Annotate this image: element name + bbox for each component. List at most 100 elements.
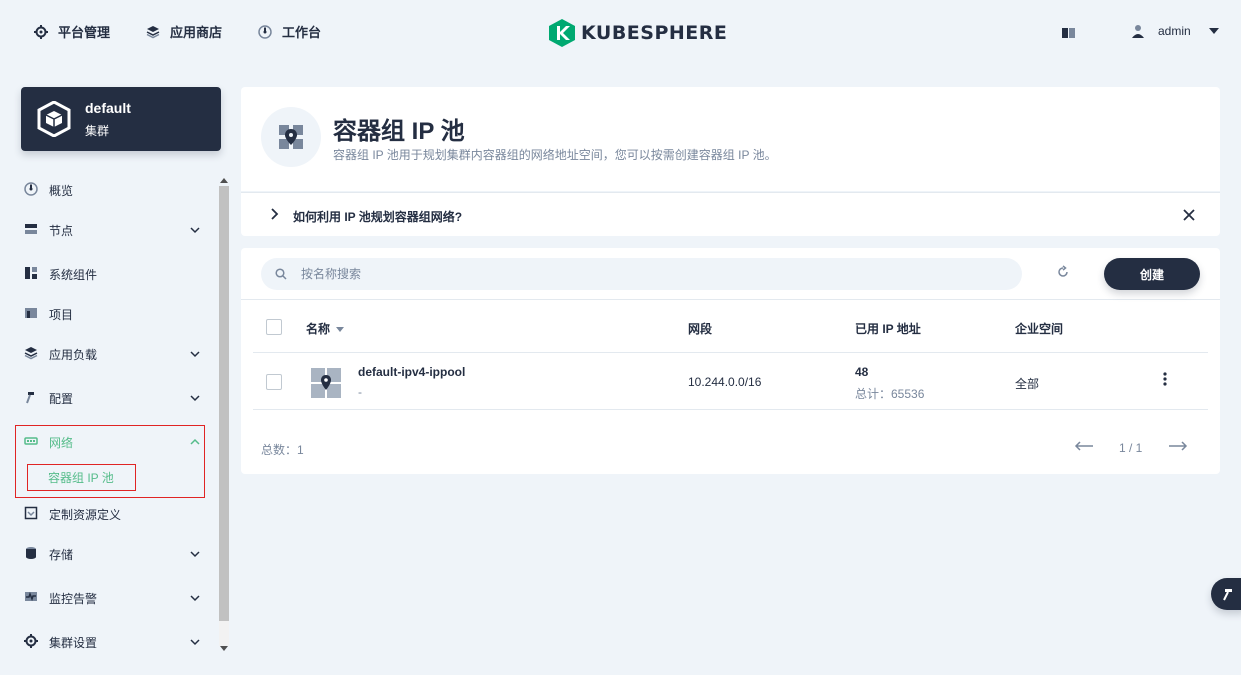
scroll-thumb[interactable] bbox=[219, 186, 229, 621]
sidebar-item-label: 应用负载 bbox=[49, 348, 98, 362]
gear-icon bbox=[24, 634, 38, 648]
sidebar-item-label: 存储 bbox=[49, 548, 74, 562]
chevron-down-icon bbox=[190, 551, 200, 558]
column-name-label: 名称 bbox=[306, 322, 331, 336]
close-icon[interactable] bbox=[1182, 208, 1196, 222]
cluster-icon bbox=[37, 101, 71, 137]
create-button[interactable]: 创建 bbox=[1104, 258, 1200, 290]
sidebar-item-overview[interactable]: 概览 bbox=[16, 173, 216, 205]
appstore-icon bbox=[146, 25, 160, 38]
scroll-up-arrow-icon[interactable] bbox=[220, 178, 228, 183]
column-workspace: 企业空间 bbox=[1015, 322, 1064, 336]
scroll-down-arrow-icon[interactable] bbox=[220, 646, 228, 651]
toolbox-button[interactable] bbox=[1211, 578, 1241, 610]
ippool-icon bbox=[279, 125, 303, 149]
chevron-down-icon bbox=[190, 395, 200, 402]
arrow-right-icon[interactable] bbox=[1168, 440, 1188, 452]
logo-text: KUBESPHERE bbox=[581, 22, 728, 44]
top-nav: 平台管理 应用商店 工作台 KUBESPHERE admin bbox=[0, 0, 1241, 66]
caret-down-icon bbox=[1208, 28, 1219, 34]
sidebar-item-label: 系统组件 bbox=[49, 268, 98, 282]
search-input[interactable] bbox=[301, 258, 1001, 290]
nav-platform[interactable]: 平台管理 bbox=[34, 22, 110, 41]
page-description: 容器组 IP 池用于规划集群内容器组的网络地址空间，您可以按需创建容器组 IP … bbox=[333, 148, 777, 162]
appworkload-icon bbox=[24, 347, 38, 360]
sidebar-item-crd[interactable]: 定制资源定义 bbox=[16, 497, 216, 529]
refresh-icon[interactable] bbox=[1056, 265, 1070, 279]
docs-button[interactable] bbox=[1062, 26, 1076, 44]
sidebar-item-nodes[interactable]: 节点 bbox=[16, 213, 216, 245]
user-menu[interactable]: admin bbox=[1132, 24, 1219, 38]
sidebar-item-components[interactable]: 系统组件 bbox=[16, 257, 216, 289]
nav-appstore-label: 应用商店 bbox=[170, 25, 223, 40]
project-icon bbox=[25, 308, 37, 318]
username: admin bbox=[1158, 24, 1191, 38]
ippool-description: - bbox=[358, 385, 362, 399]
components-icon bbox=[25, 267, 37, 279]
sidebar-item-label: 配置 bbox=[49, 392, 74, 406]
search-box[interactable] bbox=[261, 258, 1022, 290]
ippool-table-card: 创建 名称 网段 已用 IP 地址 企业空间 default-ipv4-ippo… bbox=[241, 248, 1220, 474]
sidebar-item-label: 定制资源定义 bbox=[49, 508, 122, 522]
book-icon bbox=[1062, 28, 1075, 38]
column-cidr: 网段 bbox=[688, 322, 713, 336]
ippool-workspace: 全部 bbox=[1015, 377, 1040, 391]
hammer-icon bbox=[1223, 589, 1232, 601]
total-count: 总数：1 bbox=[261, 443, 304, 457]
chevron-down-icon bbox=[190, 351, 200, 358]
select-all-checkbox[interactable] bbox=[266, 319, 282, 335]
column-used-ip: 已用 IP 地址 bbox=[855, 322, 921, 336]
arrow-left-icon[interactable] bbox=[1074, 440, 1094, 452]
chevron-down-icon bbox=[190, 227, 200, 234]
more-options-icon[interactable] bbox=[1163, 372, 1167, 386]
sort-caret-icon[interactable] bbox=[336, 327, 345, 333]
sidebar-item-label: 概览 bbox=[49, 184, 74, 198]
search-icon bbox=[275, 268, 287, 280]
monitor-icon bbox=[25, 591, 37, 602]
chevron-down-icon bbox=[190, 639, 200, 646]
sidebar-scrollbar[interactable] bbox=[217, 176, 231, 655]
kubesphere-logo[interactable]: KUBESPHERE bbox=[549, 19, 727, 47]
sidebar-item-label: 节点 bbox=[49, 224, 74, 238]
sidebar-subitem-ippool[interactable]: 容器组 IP 池 bbox=[27, 464, 136, 491]
sidebar-item-monitoring[interactable]: 监控告警 bbox=[16, 581, 216, 613]
storage-icon bbox=[26, 547, 36, 559]
cluster-name: default bbox=[85, 100, 131, 116]
dashboard-icon bbox=[24, 182, 38, 196]
sidebar-item-config[interactable]: 配置 bbox=[16, 381, 216, 413]
nav-workbench[interactable]: 工作台 bbox=[258, 22, 321, 41]
ippool-cidr: 10.244.0.0/16 bbox=[688, 375, 762, 389]
ippool-icon bbox=[311, 368, 341, 398]
hammer-icon bbox=[26, 392, 34, 404]
sidebar-item-settings[interactable]: 集群设置 bbox=[16, 625, 216, 657]
page-indicator: 1 / 1 bbox=[1119, 441, 1143, 455]
row-checkbox[interactable] bbox=[266, 374, 282, 390]
table-toolbar: 创建 bbox=[241, 248, 1220, 300]
sidebar-item-label: 监控告警 bbox=[49, 592, 98, 606]
cluster-subtitle: 集群 bbox=[85, 124, 110, 138]
chevron-right-icon[interactable] bbox=[269, 208, 279, 220]
cluster-card[interactable]: default 集群 bbox=[21, 87, 221, 151]
table-footer: 总数：1 1 / 1 bbox=[241, 422, 1220, 474]
nav-platform-label: 平台管理 bbox=[58, 25, 111, 40]
nav-workbench-label: 工作台 bbox=[282, 25, 322, 40]
dashboard-icon bbox=[258, 24, 272, 39]
chevron-down-icon bbox=[190, 595, 200, 602]
ippool-header-icon bbox=[261, 107, 321, 167]
kubesphere-logo-icon bbox=[549, 19, 575, 47]
user-icon bbox=[1132, 25, 1144, 38]
column-name[interactable]: 名称 bbox=[306, 320, 345, 337]
sidebar-item-projects[interactable]: 项目 bbox=[16, 297, 216, 329]
sidebar-item-workloads[interactable]: 应用负载 bbox=[16, 337, 216, 369]
page-header: 容器组 IP 池 容器组 IP 池用于规划集群内容器组的网络地址空间，您可以按需… bbox=[241, 87, 1220, 191]
help-link[interactable]: 如何利用 IP 池规划容器组网络? bbox=[293, 208, 462, 225]
nav-appstore[interactable]: 应用商店 bbox=[146, 22, 222, 41]
nodes-icon bbox=[25, 224, 37, 234]
help-bar: 如何利用 IP 池规划容器组网络? bbox=[241, 192, 1220, 236]
table-row[interactable]: default-ipv4-ippool - 10.244.0.0/16 48 总… bbox=[253, 354, 1208, 410]
sidebar-item-label: 项目 bbox=[49, 308, 74, 322]
sidebar-item-storage[interactable]: 存储 bbox=[16, 537, 216, 569]
ippool-used: 48 bbox=[855, 365, 869, 379]
table-header: 名称 网段 已用 IP 地址 企业空间 bbox=[253, 301, 1208, 353]
ippool-name[interactable]: default-ipv4-ippool bbox=[358, 365, 465, 379]
